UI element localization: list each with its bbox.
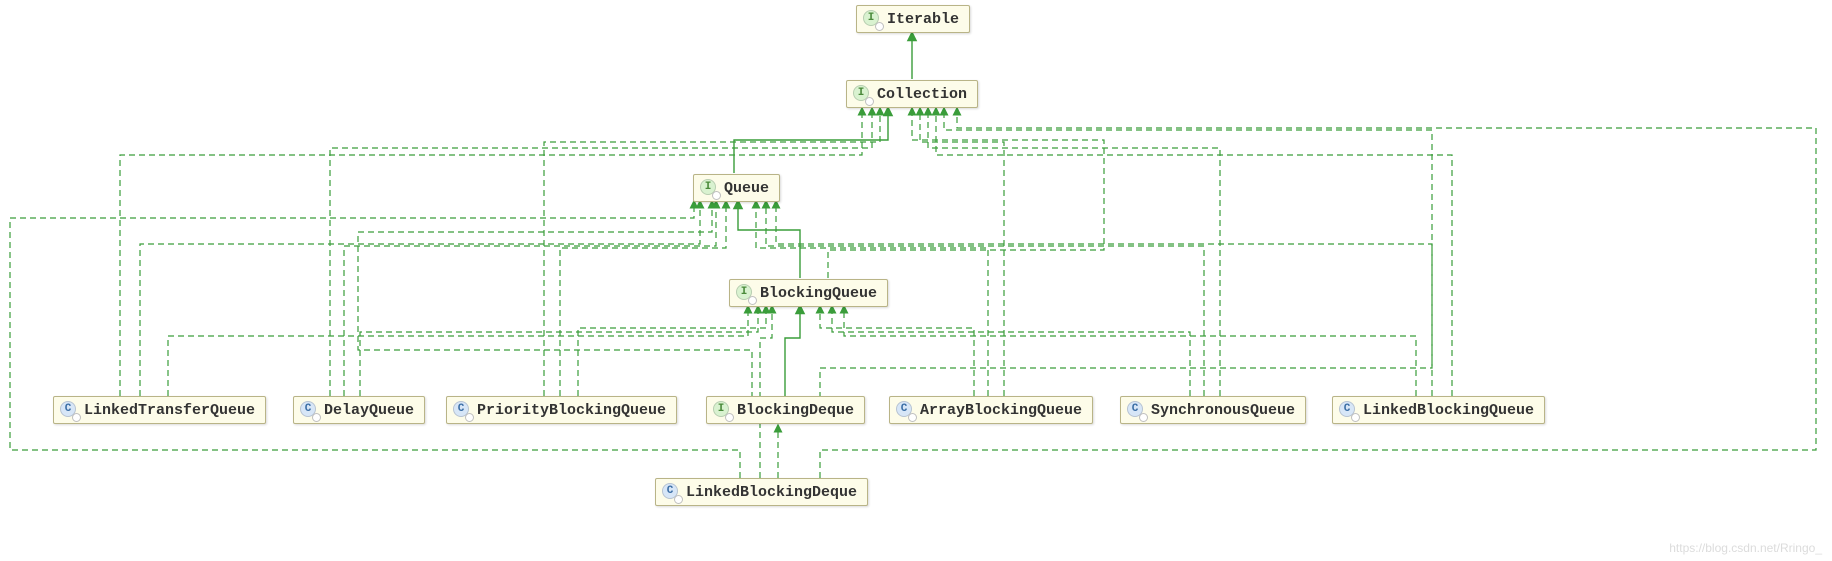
node-blockingdeque[interactable]: I BlockingDeque	[706, 396, 865, 424]
class-icon: C	[453, 401, 471, 419]
class-icon: C	[300, 401, 318, 419]
class-icon: C	[60, 401, 78, 419]
node-linkedblockingdeque[interactable]: C LinkedBlockingDeque	[655, 478, 868, 506]
node-label: BlockingDeque	[737, 402, 854, 419]
node-linkedtransferqueue[interactable]: C LinkedTransferQueue	[53, 396, 266, 424]
node-label: LinkedBlockingDeque	[686, 484, 857, 501]
node-label: DelayQueue	[324, 402, 414, 419]
node-label: SynchronousQueue	[1151, 402, 1295, 419]
class-icon: C	[662, 483, 680, 501]
node-label: LinkedTransferQueue	[84, 402, 255, 419]
node-label: BlockingQueue	[760, 285, 877, 302]
interface-icon: I	[713, 401, 731, 419]
node-queue[interactable]: I Queue	[693, 174, 780, 202]
node-synchronousqueue[interactable]: C SynchronousQueue	[1120, 396, 1306, 424]
node-delayqueue[interactable]: C DelayQueue	[293, 396, 425, 424]
node-label: PriorityBlockingQueue	[477, 402, 666, 419]
class-icon: C	[1339, 401, 1357, 419]
node-linkedblockingqueue[interactable]: C LinkedBlockingQueue	[1332, 396, 1545, 424]
watermark-text: https://blog.csdn.net/Rringo_	[1669, 541, 1822, 555]
interface-icon: I	[700, 179, 718, 197]
node-label: Collection	[877, 86, 967, 103]
node-collection[interactable]: I Collection	[846, 80, 978, 108]
interface-icon: I	[736, 284, 754, 302]
node-label: Iterable	[887, 11, 959, 28]
class-icon: C	[896, 401, 914, 419]
interface-icon: I	[863, 10, 881, 28]
class-icon: C	[1127, 401, 1145, 419]
node-priorityblockingqueue[interactable]: C PriorityBlockingQueue	[446, 396, 677, 424]
interface-icon: I	[853, 85, 871, 103]
node-arrayblockingqueue[interactable]: C ArrayBlockingQueue	[889, 396, 1093, 424]
node-blockingqueue[interactable]: I BlockingQueue	[729, 279, 888, 307]
node-iterable[interactable]: I Iterable	[856, 5, 970, 33]
node-label: LinkedBlockingQueue	[1363, 402, 1534, 419]
node-label: ArrayBlockingQueue	[920, 402, 1082, 419]
node-label: Queue	[724, 180, 769, 197]
